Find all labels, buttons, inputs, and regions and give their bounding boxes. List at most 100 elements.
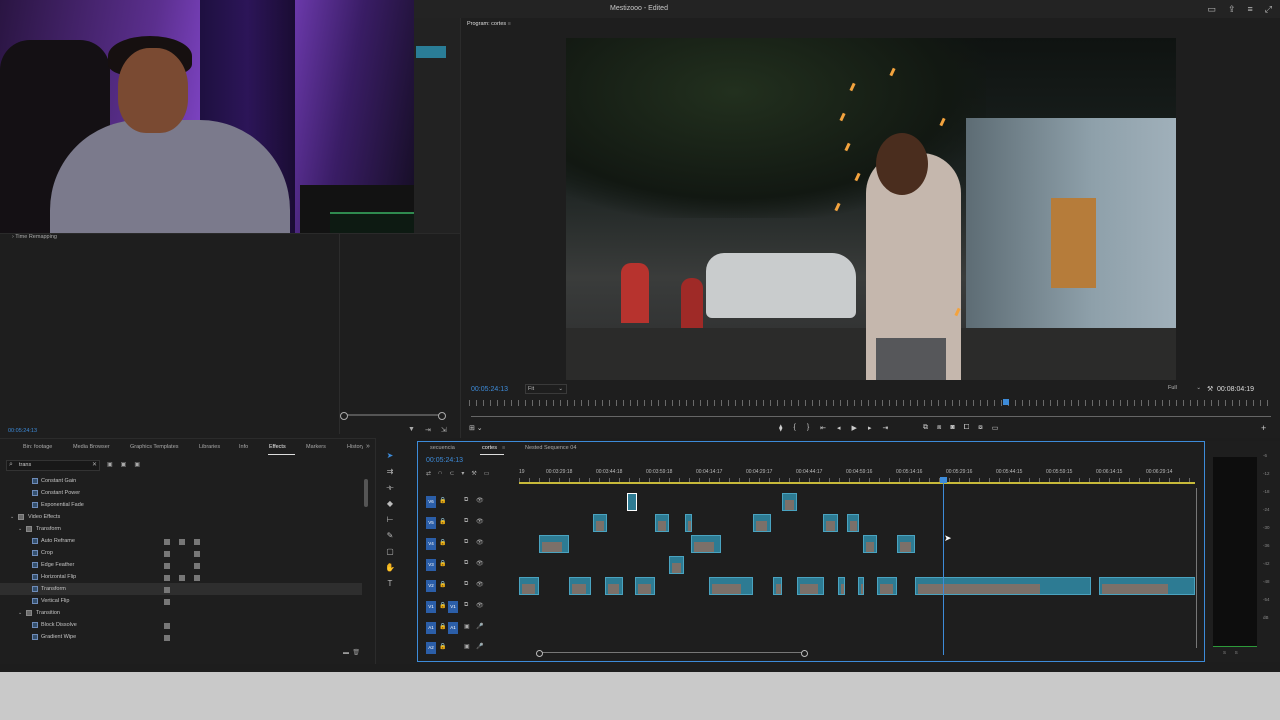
tab-history[interactable]: History [347,442,363,452]
timeline-clip[interactable] [685,514,692,532]
effects-item[interactable]: Auto Reframe [0,535,362,547]
timeline-clip[interactable] [838,577,845,595]
zoom-select[interactable]: Fit ⌄ [525,384,567,394]
new-bin-icon[interactable]: ▬ [343,650,349,656]
menu-icon[interactable]: ≡ [1248,4,1253,15]
play-icon[interactable]: ▶ [852,424,857,432]
delete-icon[interactable]: 🗑 [352,650,360,656]
vr-icon[interactable]: ▭ [992,424,999,432]
insert-sequence-icon[interactable]: ⇄ [426,470,431,477]
track-target-button[interactable]: V6 [426,496,436,508]
track-target-button[interactable]: A2 [426,642,436,654]
time-remapping-row[interactable]: › Time Remapping [12,234,57,240]
sync-lock-icon[interactable]: ⧉ [464,560,468,567]
solo-left-button[interactable]: S [1223,650,1226,655]
32bit-effects-icon[interactable]: ▣ [121,461,127,468]
filter-icon[interactable]: ▼ [408,426,415,434]
tab-info[interactable]: Info [239,442,248,452]
add-marker-icon[interactable]: ▾ [461,470,464,477]
captions-icon[interactable]: ▭ [484,470,490,477]
lock-icon[interactable]: 🔒 [439,623,446,630]
microphone-icon[interactable]: 🎤 [476,643,483,650]
source-patch-button[interactable]: A1 [448,622,458,634]
timeline-clip[interactable] [635,577,655,595]
program-time-ruler[interactable] [469,400,1274,406]
timeline-clip[interactable] [877,577,897,595]
yuv-effects-icon[interactable]: ▣ [134,461,140,468]
effect-controls-zoom-scroll[interactable] [340,412,446,420]
effects-folder[interactable]: ⌄ Transform [0,523,362,535]
mark-out-icon[interactable]: } [807,424,809,432]
eye-icon[interactable]: 👁 [476,581,484,588]
effects-item[interactable]: Vertical Flip [0,595,362,607]
chevron-down-icon[interactable]: ⌄ [10,511,14,523]
effects-item[interactable]: Crop [0,547,362,559]
timeline-clip[interactable] [655,514,669,532]
lock-icon[interactable]: 🔒 [439,539,446,546]
timeline-clip[interactable] [858,577,864,595]
camera-icon[interactable]: ◙ [950,424,954,432]
timeline-settings-icon[interactable]: ⚒ [471,470,476,477]
eye-icon[interactable]: 👁 [476,602,484,609]
timeline-clip[interactable] [915,577,1091,595]
pen-tool-icon[interactable]: ✎ [384,530,396,542]
track-header-v2[interactable]: V2 🔒 ⧉ 👁 [424,578,518,594]
lift-icon[interactable]: ⧉ [923,424,928,432]
go-to-out-icon[interactable]: ⇥ [882,424,888,432]
track-target-button[interactable]: V1 [426,601,436,613]
tab-cortes[interactable]: cortes [482,445,497,451]
export-icon[interactable]: ⇲ [441,426,447,434]
proxy-icon[interactable]: ⧇ [978,424,982,432]
timeline-clip[interactable] [782,493,797,511]
sync-lock-icon[interactable]: ⧉ [464,518,468,525]
source-patch-button[interactable]: V1 [448,601,458,613]
type-tool-icon[interactable]: T [384,578,396,590]
timeline-clip[interactable] [797,577,824,595]
track-lane[interactable] [519,577,1195,595]
track-target-button[interactable]: V3 [426,559,436,571]
add-button-icon[interactable]: + [1261,423,1266,433]
track-lane[interactable] [519,493,1195,511]
timeline-clip[interactable] [539,535,569,553]
timeline-clip[interactable] [605,577,623,595]
work-area-bar[interactable] [519,482,1195,484]
track-header-v1[interactable]: V1 🔒 V1 ⧉ 👁 [424,599,518,615]
linked-selection-icon[interactable]: ⊂ [449,470,454,477]
tab-nested-sequence[interactable]: Nested Sequence 04 [525,445,576,451]
effects-item[interactable]: Exponential Fade [0,499,362,511]
safe-margins-icon[interactable]: ⊞ ⌄ [469,424,483,432]
panel-layout-icon[interactable]: ▭ [1207,4,1216,15]
fullscreen-icon[interactable]: ⤢ [1265,4,1272,15]
eye-icon[interactable]: 👁 [476,560,484,567]
hand-tool-icon[interactable]: ✋ [384,562,396,574]
track-header-v4[interactable]: V4 🔒 ⧉ 👁 [424,536,518,552]
timeline-clip[interactable] [569,577,591,595]
effects-scrollbar[interactable] [364,479,368,507]
timeline-playhead-handle[interactable] [940,477,947,483]
chevron-down-icon[interactable]: ⌄ [18,523,22,535]
tab-graphics-templates[interactable]: Graphics Templates [130,442,179,452]
timeline-clip[interactable] [669,556,684,574]
track-lane[interactable] [519,535,1195,553]
track-header-v5[interactable]: V5 🔒 ⧉ 👁 [424,515,518,531]
program-playhead[interactable] [1003,399,1009,405]
track-target-button[interactable]: V4 [426,538,436,550]
mute-icon[interactable]: ▣ [464,623,470,630]
effects-folder[interactable]: ⌄ Video Effects [0,511,362,523]
track-target-button[interactable]: V2 [426,580,436,592]
tab-media-browser[interactable]: Media Browser [73,442,110,452]
razor-tool-icon[interactable]: ◆ [384,498,396,510]
timeline-clip[interactable] [1099,577,1195,595]
rectangle-tool-icon[interactable]: ▢ [384,546,396,558]
clear-search-icon[interactable]: ✕ [92,461,97,468]
effects-item[interactable]: Block Dissolve [0,619,362,631]
timeline-clip[interactable] [863,535,877,553]
comparison-icon[interactable]: ⧠ [964,424,970,432]
track-header-a2[interactable]: A2 🔒 ▣ 🎤 [424,640,518,656]
selection-tool-icon[interactable]: ➤ [384,450,396,462]
effects-item[interactable]: Constant Gain [0,475,362,487]
tab-libraries[interactable]: Libraries [199,442,220,452]
sync-lock-icon[interactable]: ⧉ [464,581,468,588]
chevron-down-icon[interactable]: ⌄ [18,607,22,619]
chevron-right-icon[interactable]: › [12,234,14,240]
